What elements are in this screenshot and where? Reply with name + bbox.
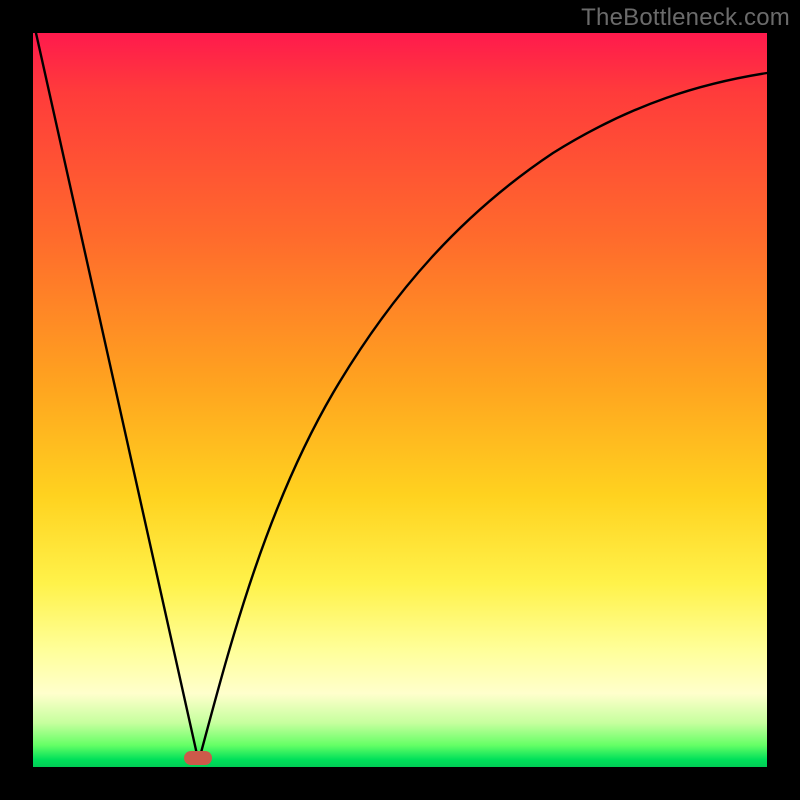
watermark-text: TheBottleneck.com: [581, 4, 790, 32]
curve-right: [199, 73, 767, 760]
bottleneck-curve: [33, 33, 767, 767]
chart-frame: TheBottleneck.com: [0, 0, 800, 800]
bottleneck-marker: [184, 751, 212, 765]
plot-area: [33, 33, 767, 767]
curve-left: [36, 33, 198, 759]
